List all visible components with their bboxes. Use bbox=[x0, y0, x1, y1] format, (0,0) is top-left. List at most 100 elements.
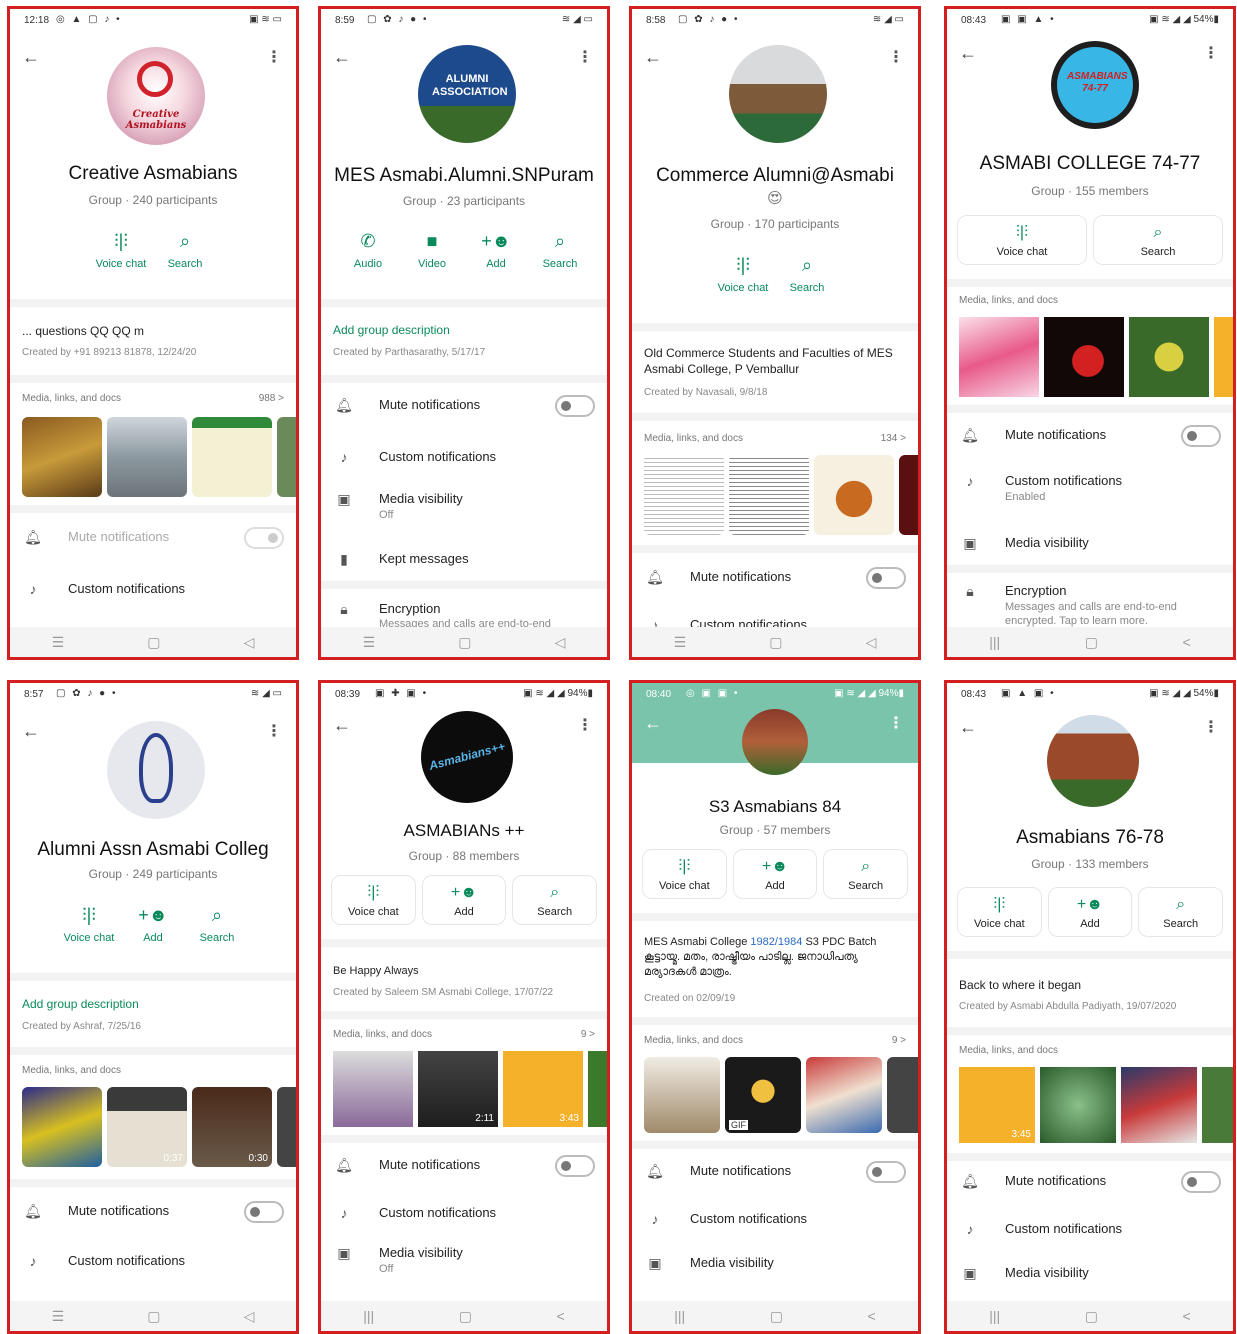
back-arrow-icon[interactable]: ← bbox=[959, 43, 977, 64]
media-thumbnail[interactable] bbox=[277, 1087, 296, 1167]
group-description[interactable]: Be Happy Always bbox=[333, 963, 595, 979]
video-call-button[interactable]: ■ Video bbox=[400, 231, 464, 270]
media-header[interactable]: Media, links, and docs bbox=[959, 295, 1221, 306]
more-options-icon[interactable]: ⋮ bbox=[1203, 717, 1219, 737]
mute-notifications-row[interactable]: 🔔︎ Mute notifications bbox=[961, 1171, 1221, 1201]
search-button[interactable]: ⌕ Search bbox=[775, 255, 839, 294]
media-header[interactable]: Media, links, and docs bbox=[959, 1045, 1221, 1056]
mute-toggle[interactable] bbox=[866, 567, 906, 589]
media-thumbnail[interactable] bbox=[1214, 317, 1233, 397]
group-description[interactable]: Old Commerce Students and Faculties of M… bbox=[644, 345, 906, 377]
nav-home-icon[interactable]: ▢ bbox=[1085, 1308, 1098, 1325]
back-arrow-icon[interactable]: ← bbox=[22, 47, 40, 68]
media-visibility-row[interactable]: ▣ Media visibility Off bbox=[335, 489, 595, 529]
media-thumbnail[interactable]: GIF bbox=[725, 1057, 801, 1133]
media-thumbnail[interactable] bbox=[887, 1057, 918, 1133]
media-thumbnail[interactable] bbox=[806, 1057, 882, 1133]
media-visibility-row[interactable]: ▣ Media visibility bbox=[961, 1263, 1221, 1293]
mute-notifications-row[interactable]: 🔔︎ Mute notifications bbox=[24, 527, 284, 557]
add-participant-button[interactable]: +☻ Add bbox=[1047, 887, 1133, 937]
media-visibility-row[interactable]: ▣ Media visibility Off bbox=[335, 1243, 595, 1283]
more-options-icon[interactable]: ⋮ bbox=[577, 47, 593, 67]
group-avatar[interactable] bbox=[1047, 715, 1139, 807]
search-button[interactable]: ⌕ Search bbox=[823, 849, 909, 899]
media-header[interactable]: Media, links, and docs 134 > bbox=[644, 433, 906, 444]
search-button[interactable]: ⌕ Search bbox=[1138, 887, 1224, 937]
voice-chat-button[interactable]: ⫶|⫶ Voice chat bbox=[957, 887, 1042, 937]
media-thumbnail[interactable] bbox=[644, 455, 724, 535]
add-participant-button[interactable]: +☻ Add bbox=[464, 231, 528, 270]
more-options-icon[interactable]: ⋮ bbox=[266, 721, 282, 741]
nav-menu-icon[interactable]: ☰ bbox=[674, 634, 687, 651]
mute-toggle[interactable] bbox=[1181, 1171, 1221, 1193]
media-visibility-row[interactable]: ▣ Media visibility bbox=[646, 1253, 906, 1283]
custom-notifications-row[interactable]: ♪ Custom notifications Enabled bbox=[961, 471, 1221, 511]
voice-chat-button[interactable]: ⫶|⫶ Voice chat bbox=[331, 875, 416, 925]
group-avatar[interactable] bbox=[107, 721, 205, 819]
add-group-description-link[interactable]: Add group description bbox=[22, 997, 139, 1011]
nav-recents-icon[interactable]: ||| bbox=[989, 634, 1000, 650]
more-options-icon[interactable]: ⋮ bbox=[888, 47, 904, 67]
nav-menu-icon[interactable]: ☰ bbox=[52, 634, 65, 651]
encryption-row[interactable]: 🔒︎ Encryption Messages and calls are end-t… bbox=[335, 599, 595, 630]
back-arrow-icon[interactable]: ← bbox=[333, 47, 351, 68]
media-header[interactable]: Media, links, and docs 9 > bbox=[333, 1029, 595, 1040]
media-thumbnail[interactable] bbox=[22, 1087, 102, 1167]
mute-toggle[interactable] bbox=[555, 395, 595, 417]
nav-home-icon[interactable]: ▢ bbox=[769, 634, 782, 651]
media-thumbnail[interactable] bbox=[1129, 317, 1209, 397]
description-link[interactable]: 1982/1984 bbox=[750, 936, 802, 948]
media-thumbnail[interactable] bbox=[277, 417, 296, 497]
audio-call-button[interactable]: ✆ Audio bbox=[336, 231, 400, 270]
kept-messages-row[interactable]: ▮ Kept messages bbox=[335, 549, 595, 579]
media-thumbnail[interactable] bbox=[899, 455, 918, 535]
nav-home-icon[interactable]: ▢ bbox=[458, 634, 471, 651]
custom-notifications-row[interactable]: ♪ Custom notifications bbox=[335, 1203, 595, 1233]
back-arrow-icon[interactable]: ← bbox=[644, 47, 662, 68]
media-thumbnail[interactable] bbox=[107, 417, 187, 497]
mute-toggle[interactable] bbox=[555, 1155, 595, 1177]
media-thumbnail[interactable] bbox=[959, 317, 1039, 397]
search-button[interactable]: ⌕ Search bbox=[1093, 215, 1223, 265]
nav-menu-icon[interactable]: ☰ bbox=[363, 634, 376, 651]
back-arrow-icon[interactable]: ← bbox=[22, 721, 40, 742]
media-thumbnail[interactable] bbox=[22, 417, 102, 497]
voice-chat-button[interactable]: ⫶|⫶ Voice chat bbox=[957, 215, 1087, 265]
group-avatar[interactable]: Creative Asmabians bbox=[107, 47, 205, 145]
voice-chat-button[interactable]: ⫶|⫶ Voice chat bbox=[642, 849, 727, 899]
media-thumbnail[interactable]: 3:45 bbox=[959, 1067, 1035, 1143]
group-description[interactable]: ... questions QQ QQ m bbox=[22, 323, 284, 339]
group-avatar[interactable]: Asmabians++ bbox=[421, 711, 513, 803]
group-description[interactable]: Back to where it began bbox=[959, 977, 1221, 993]
nav-home-icon[interactable]: ▢ bbox=[459, 1308, 472, 1325]
more-options-icon[interactable]: ⋮ bbox=[577, 715, 593, 735]
add-group-description-link[interactable]: Add group description bbox=[333, 323, 450, 337]
custom-notifications-row[interactable]: ♪ Custom notifications bbox=[961, 1219, 1221, 1249]
encryption-row[interactable]: 🔒︎ Encryption Messages and calls are end-t… bbox=[961, 581, 1221, 631]
media-thumbnail[interactable] bbox=[192, 417, 272, 497]
nav-home-icon[interactable]: ▢ bbox=[1085, 634, 1098, 651]
group-avatar[interactable] bbox=[742, 709, 808, 775]
nav-home-icon[interactable]: ▢ bbox=[147, 1308, 160, 1325]
more-options-icon[interactable]: ⋮ bbox=[888, 713, 904, 733]
mute-notifications-row[interactable]: 🔔︎ Mute notifications bbox=[646, 1161, 906, 1191]
media-header[interactable]: Media, links, and docs bbox=[22, 1065, 284, 1076]
more-options-icon[interactable]: ⋮ bbox=[1203, 43, 1219, 63]
media-header[interactable]: Media, links, and docs 988 > bbox=[22, 393, 284, 404]
mute-notifications-row[interactable]: 🔔︎ Mute notifications bbox=[646, 567, 906, 597]
mute-toggle[interactable] bbox=[244, 1201, 284, 1223]
group-avatar[interactable]: ASMABIANS 74-77 bbox=[1051, 41, 1139, 129]
media-thumbnail[interactable]: 3:43 bbox=[503, 1051, 583, 1127]
media-thumbnail[interactable] bbox=[729, 455, 809, 535]
mute-notifications-row[interactable]: 🔔︎ Mute notifications bbox=[961, 425, 1221, 455]
media-thumbnail[interactable] bbox=[1121, 1067, 1197, 1143]
custom-notifications-row[interactable]: ♪ Custom notifications bbox=[24, 1251, 284, 1281]
nav-back-icon[interactable]: ◁ bbox=[244, 1308, 255, 1325]
nav-home-icon[interactable]: ▢ bbox=[147, 634, 160, 651]
media-thumbnail[interactable]: 0:37 bbox=[107, 1087, 187, 1167]
nav-back-icon[interactable]: ◁ bbox=[555, 634, 566, 651]
add-participant-button[interactable]: +☻ Add bbox=[421, 875, 507, 925]
nav-recents-icon[interactable]: ||| bbox=[363, 1308, 374, 1324]
add-participant-button[interactable]: +☻ Add bbox=[732, 849, 818, 899]
nav-back-icon[interactable]: < bbox=[1183, 1308, 1191, 1324]
